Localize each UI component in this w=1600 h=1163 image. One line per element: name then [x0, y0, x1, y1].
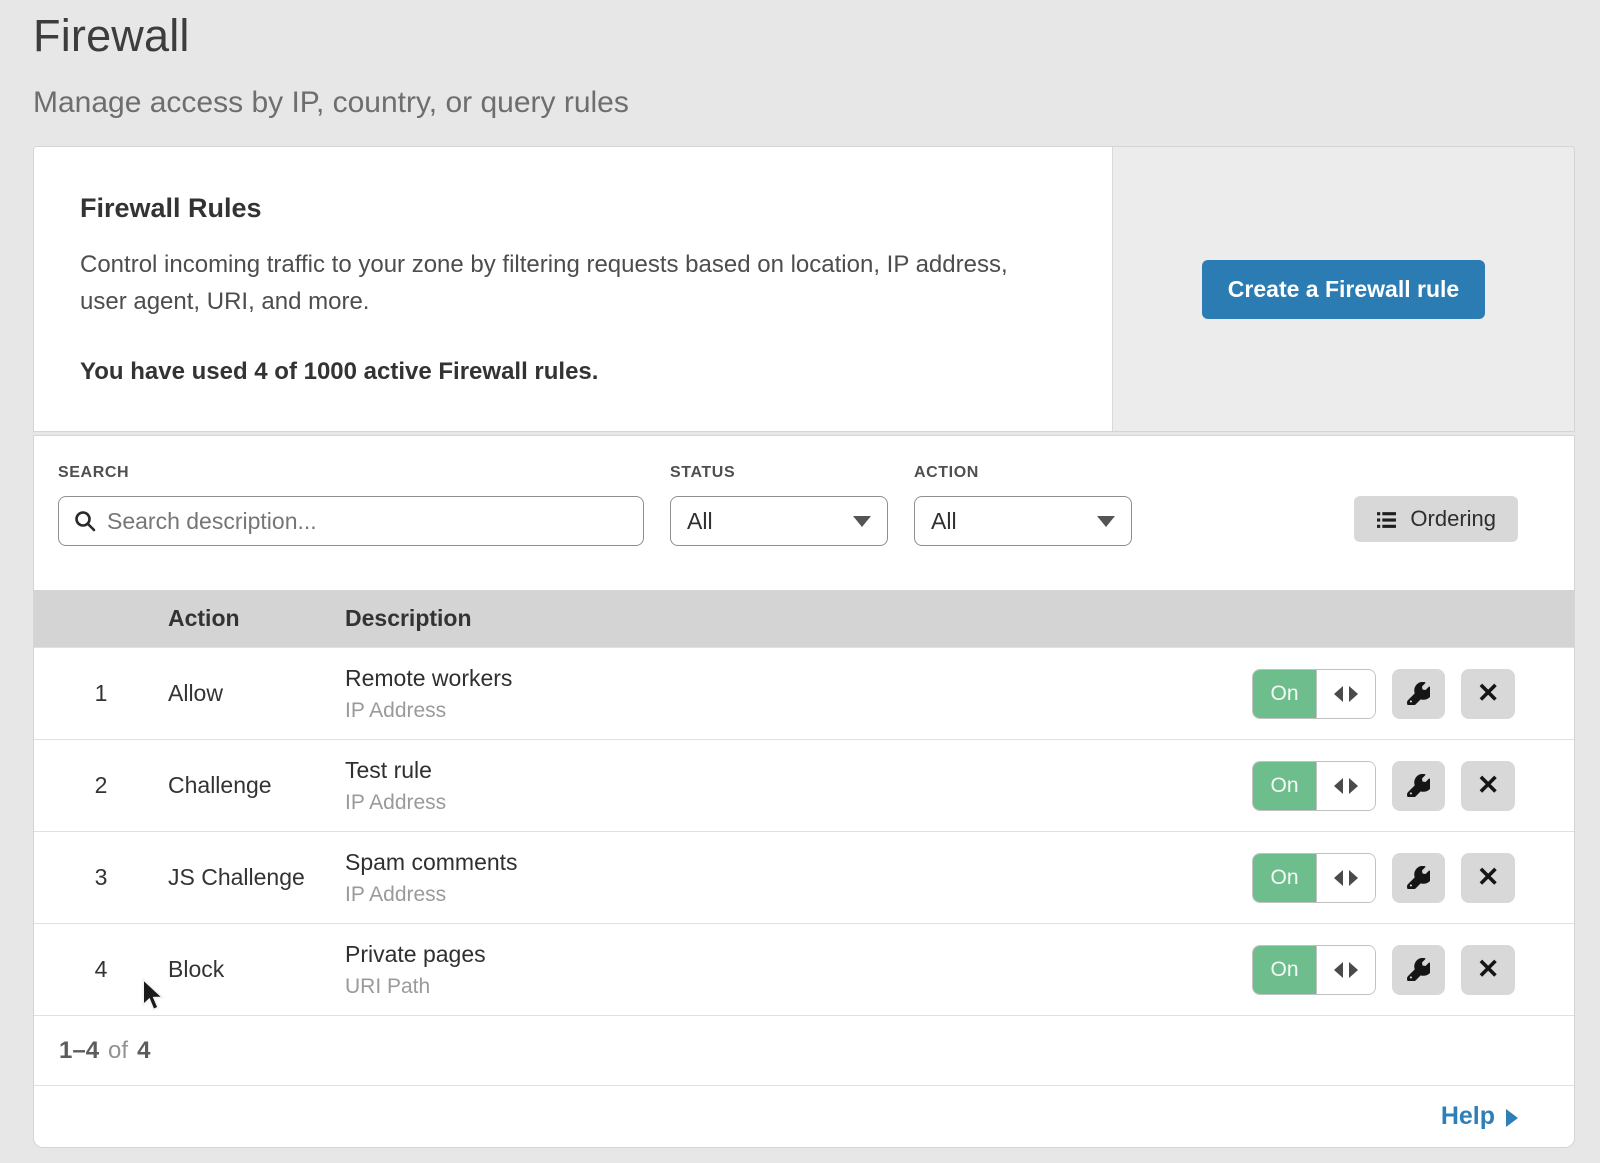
rule-enabled-toggle[interactable]: On	[1252, 853, 1376, 903]
page-title: Firewall	[33, 10, 1575, 62]
rule-enabled-toggle[interactable]: On	[1252, 945, 1376, 995]
triangle-right-icon	[1506, 1109, 1518, 1127]
rule-field: IP Address	[345, 883, 1252, 907]
toggle-arrows-icon	[1317, 854, 1375, 902]
create-firewall-rule-button[interactable]: Create a Firewall rule	[1202, 260, 1485, 319]
close-icon: ✕	[1477, 680, 1500, 707]
toggle-on-label: On	[1253, 946, 1317, 994]
pagination-range: 1–4	[59, 1037, 99, 1065]
rule-field: IP Address	[345, 791, 1252, 815]
status-select[interactable]: All	[670, 496, 888, 546]
rule-action: Block	[168, 956, 345, 983]
table-row: 4 Block Private pages URI Path On	[34, 923, 1574, 1015]
table-row: 1 Allow Remote workers IP Address On	[34, 647, 1574, 739]
intro-text-panel: Firewall Rules Control incoming traffic …	[34, 147, 1112, 431]
rule-controls: On ✕	[1252, 945, 1574, 995]
rule-action: JS Challenge	[168, 864, 345, 891]
rule-action: Challenge	[168, 772, 345, 799]
create-rule-panel: Create a Firewall rule	[1112, 147, 1574, 431]
rule-priority: 2	[34, 772, 168, 799]
ordering-wrap: Ordering	[1354, 464, 1550, 542]
rule-field: IP Address	[345, 699, 1252, 723]
toggle-arrows-icon	[1317, 670, 1375, 718]
rule-priority: 1	[34, 680, 168, 707]
rule-enabled-toggle[interactable]: On	[1252, 669, 1376, 719]
rule-description-cell: Remote workers IP Address	[345, 665, 1252, 723]
firewall-rules-list-card: SEARCH STATUS All	[33, 435, 1575, 1148]
pagination-of: of	[108, 1037, 128, 1065]
chevron-down-icon	[853, 516, 871, 527]
pagination: 1–4 of 4	[34, 1015, 1574, 1085]
search-box	[58, 496, 644, 546]
pagination-total: 4	[137, 1037, 150, 1065]
rule-controls: On ✕	[1252, 669, 1574, 719]
action-label: ACTION	[914, 464, 1132, 482]
rule-controls: On ✕	[1252, 853, 1574, 903]
ordering-button[interactable]: Ordering	[1354, 496, 1518, 542]
table-header: Action Description	[34, 590, 1574, 647]
wrench-icon	[1407, 866, 1430, 889]
firewall-rules-intro-card: Firewall Rules Control incoming traffic …	[33, 146, 1575, 432]
table-row: 3 JS Challenge Spam comments IP Address …	[34, 831, 1574, 923]
ordering-button-label: Ordering	[1410, 506, 1496, 532]
intro-heading: Firewall Rules	[80, 193, 1066, 224]
rule-priority: 3	[34, 864, 168, 891]
help-link-label: Help	[1441, 1102, 1495, 1131]
action-filter: ACTION All	[914, 464, 1132, 546]
rule-description: Private pages	[345, 941, 1252, 968]
close-icon: ✕	[1477, 956, 1500, 983]
delete-rule-button[interactable]: ✕	[1461, 853, 1515, 903]
edit-rule-button[interactable]	[1392, 945, 1446, 995]
edit-rule-button[interactable]	[1392, 761, 1446, 811]
card-footer: Help	[34, 1085, 1574, 1147]
filters-bar: SEARCH STATUS All	[34, 436, 1574, 590]
rule-description: Test rule	[345, 757, 1252, 784]
action-select[interactable]: All	[914, 496, 1132, 546]
description-column-header: Description	[345, 605, 1252, 632]
delete-rule-button[interactable]: ✕	[1461, 669, 1515, 719]
delete-rule-button[interactable]: ✕	[1461, 945, 1515, 995]
search-input[interactable]	[107, 508, 629, 535]
close-icon: ✕	[1477, 772, 1500, 799]
toggle-arrows-icon	[1317, 946, 1375, 994]
rule-priority: 4	[34, 956, 168, 983]
search-icon	[73, 509, 107, 533]
chevron-down-icon	[1097, 516, 1115, 527]
toggle-arrows-icon	[1317, 762, 1375, 810]
wrench-icon	[1407, 774, 1430, 797]
table-row: 2 Challenge Test rule IP Address On	[34, 739, 1574, 831]
toggle-on-label: On	[1253, 762, 1317, 810]
rule-description: Spam comments	[345, 849, 1252, 876]
wrench-icon	[1407, 958, 1430, 981]
status-filter: STATUS All	[670, 464, 888, 546]
rule-description: Remote workers	[345, 665, 1252, 692]
status-label: STATUS	[670, 464, 888, 482]
toggle-on-label: On	[1253, 670, 1317, 718]
rule-field: URI Path	[345, 975, 1252, 999]
action-column-header: Action	[168, 605, 345, 632]
delete-rule-button[interactable]: ✕	[1461, 761, 1515, 811]
wrench-icon	[1407, 682, 1430, 705]
firewall-page: Firewall Manage access by IP, country, o…	[0, 0, 1600, 1148]
page-subtitle: Manage access by IP, country, or query r…	[33, 86, 1575, 120]
status-selected-value: All	[687, 508, 713, 535]
rule-description-cell: Test rule IP Address	[345, 757, 1252, 815]
toggle-on-label: On	[1253, 854, 1317, 902]
rule-action: Allow	[168, 680, 345, 707]
list-icon	[1376, 509, 1397, 530]
rules-usage-note: You have used 4 of 1000 active Firewall …	[80, 358, 1066, 386]
rule-description-cell: Private pages URI Path	[345, 941, 1252, 999]
close-icon: ✕	[1477, 864, 1500, 891]
action-selected-value: All	[931, 508, 957, 535]
rule-enabled-toggle[interactable]: On	[1252, 761, 1376, 811]
rules-table: Action Description 1 Allow Remote worker…	[34, 590, 1574, 1015]
search-label: SEARCH	[58, 464, 644, 482]
intro-description: Control incoming traffic to your zone by…	[80, 246, 1040, 320]
rule-description-cell: Spam comments IP Address	[345, 849, 1252, 907]
help-link[interactable]: Help	[1441, 1102, 1518, 1131]
edit-rule-button[interactable]	[1392, 669, 1446, 719]
search-filter: SEARCH	[58, 464, 644, 546]
edit-rule-button[interactable]	[1392, 853, 1446, 903]
rule-controls: On ✕	[1252, 761, 1574, 811]
